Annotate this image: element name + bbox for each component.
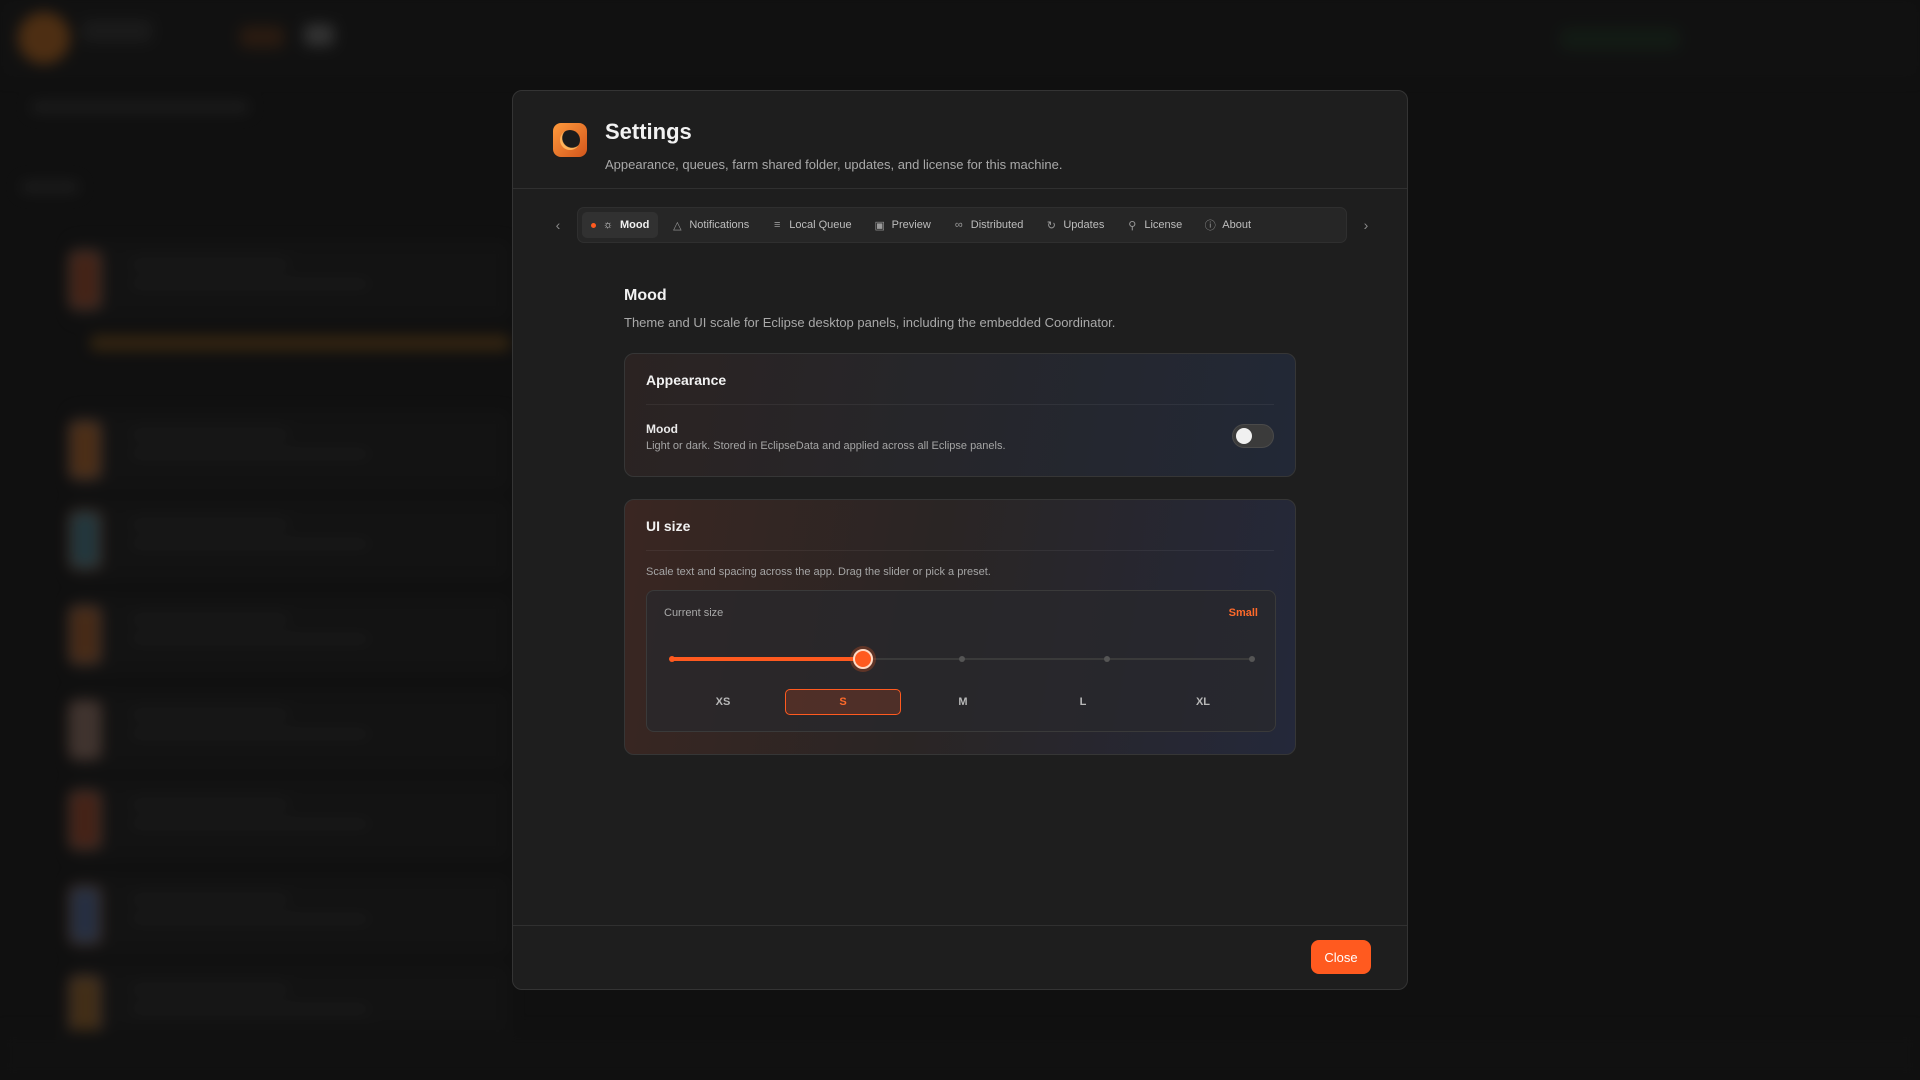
ui-size-title: UI size [646, 518, 691, 534]
toggle-knob [1236, 428, 1252, 444]
link-icon: ∞ [954, 219, 963, 231]
tab-notifications[interactable]: △ Notifications [662, 212, 758, 238]
close-button[interactable]: Close [1311, 940, 1371, 974]
sun-icon: ☼ [602, 219, 614, 231]
dialog-subtitle: Appearance, queues, farm shared folder, … [605, 157, 1063, 172]
bell-icon: △ [673, 219, 682, 232]
image-icon: ▣ [874, 219, 885, 232]
tab-bar: ‹ ☼ Mood △ Notifications ≡ Local Queue ▣… [549, 207, 1375, 243]
dialog-header: Settings Appearance, queues, farm shared… [513, 91, 1407, 189]
preset-xl-button[interactable]: XL [1145, 689, 1261, 715]
slider-thumb[interactable] [853, 649, 874, 669]
tab-distributed[interactable]: ∞ Distributed [944, 212, 1033, 238]
dialog-title: Settings [605, 119, 692, 144]
slider-fill [672, 657, 864, 661]
preset-s-button[interactable]: S [785, 689, 901, 715]
mood-description: Light or dark. Stored in EclipseData and… [646, 440, 1006, 452]
tabs-scroll-right-icon[interactable]: › [1357, 215, 1375, 235]
size-presets: XS S M L XL [665, 689, 1261, 715]
preset-l-button[interactable]: L [1025, 689, 1141, 715]
tab-about[interactable]: ⓘ About [1195, 212, 1260, 238]
tab-preview[interactable]: ▣ Preview [865, 212, 940, 238]
appearance-title: Appearance [646, 372, 727, 388]
refresh-icon: ↻ [1046, 219, 1056, 232]
appearance-card: Appearance Mood Light or dark. Stored in… [624, 353, 1296, 477]
tab-label: Local Queue [789, 219, 852, 231]
ui-size-card: UI size Scale text and spacing across th… [624, 499, 1296, 755]
tab-list: ☼ Mood △ Notifications ≡ Local Queue ▣ P… [577, 207, 1347, 243]
divider [646, 404, 1274, 405]
divider [646, 550, 1274, 551]
mood-toggle[interactable] [1232, 424, 1274, 448]
dialog-footer: Close [513, 925, 1407, 989]
section-title: Mood [624, 287, 667, 304]
size-control-panel: Current size Small XS S M L XL [646, 590, 1276, 732]
tabs-scroll-left-icon[interactable]: ‹ [549, 215, 567, 235]
current-size-label: Current size [664, 607, 724, 619]
list-icon: ≡ [774, 219, 781, 231]
tab-label: Mood [620, 219, 650, 231]
tab-mood[interactable]: ☼ Mood [582, 212, 659, 238]
ui-size-description: Scale text and spacing across the app. D… [646, 566, 991, 578]
slider-tick [1104, 656, 1110, 662]
preset-xs-button[interactable]: XS [665, 689, 781, 715]
tab-label: About [1222, 219, 1251, 231]
active-dot [591, 222, 596, 228]
current-size-value: Small [1228, 607, 1258, 619]
section-description: Theme and UI scale for Eclipse desktop p… [624, 315, 1116, 330]
slider-tick [1249, 656, 1255, 662]
slider-tick [959, 656, 965, 662]
ui-size-slider[interactable] [669, 649, 1255, 669]
key-icon: ⚲ [1128, 219, 1137, 232]
tab-label: Distributed [970, 219, 1024, 231]
info-icon: ⓘ [1204, 220, 1216, 232]
tab-label: Preview [891, 219, 931, 231]
slider-tick [669, 656, 675, 662]
tab-label: Updates [1063, 219, 1105, 231]
preset-m-button[interactable]: M [905, 689, 1021, 715]
app-logo-icon [553, 123, 587, 157]
mood-label: Mood [646, 422, 678, 436]
tab-updates[interactable]: ↻ Updates [1036, 212, 1113, 238]
tab-label: Notifications [689, 219, 750, 231]
settings-dialog: Settings Appearance, queues, farm shared… [512, 90, 1408, 990]
tab-local-queue[interactable]: ≡ Local Queue [762, 212, 860, 238]
tab-license[interactable]: ⚲ License [1117, 212, 1191, 238]
tab-label: License [1144, 219, 1183, 231]
